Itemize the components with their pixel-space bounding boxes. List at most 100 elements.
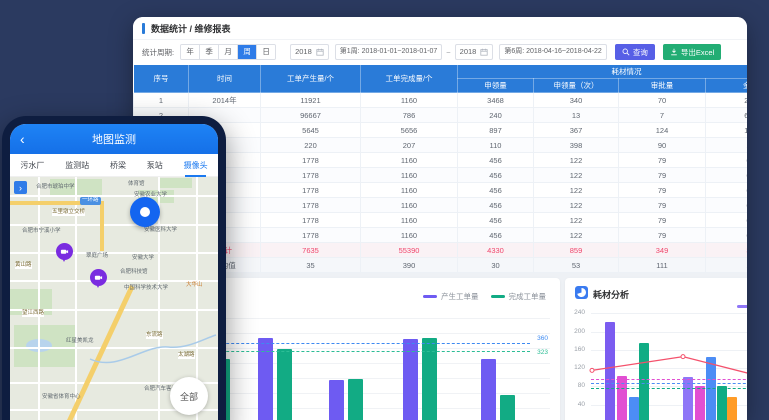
week-range-to-input[interactable]: 第6周: 2018-04-16~2018-04-22: [499, 44, 606, 60]
table-cell: 398: [534, 138, 619, 153]
reference-line: [591, 388, 747, 389]
y-axis-tick: 200: [567, 328, 585, 335]
camera-icon: [94, 273, 103, 282]
table-cell: 367: [534, 123, 619, 138]
map-label: 大华山: [186, 283, 203, 289]
table-cell: 110: [458, 138, 534, 153]
table-cell: 1160: [361, 93, 458, 108]
map-park: [160, 178, 192, 188]
map-label: 安徽省体育中心: [42, 395, 81, 401]
table-cell: 79: [619, 213, 706, 228]
pie-chart-icon: [577, 288, 586, 297]
legend-item: 产生工单量: [423, 291, 479, 302]
table-cell: 1160: [361, 183, 458, 198]
period-option-月[interactable]: 月: [219, 45, 238, 59]
search-icon: [622, 48, 630, 56]
table-cell: 1160: [361, 198, 458, 213]
legend-label: 产生工单量: [441, 291, 479, 302]
bar-产生工单量: [481, 359, 496, 420]
week-range-from-input[interactable]: 第1周: 2018-01-01~2018-01-07: [335, 44, 442, 60]
map-expand-toggle[interactable]: ›: [14, 181, 27, 194]
year-to-select[interactable]: 2018: [455, 44, 494, 60]
table-cell: 53: [534, 258, 619, 273]
table-cell: 456: [458, 168, 534, 183]
phone-title: 地图监测: [92, 131, 136, 147]
period-option-年[interactable]: 年: [181, 45, 200, 59]
table-cell: 67: [706, 168, 748, 183]
map-label: 望江西路: [22, 311, 44, 317]
bar: [695, 386, 705, 420]
map-highway: [100, 201, 104, 251]
table-cell: 1778: [261, 183, 361, 198]
phone-mockup: ‹ 地图监测 污水厂 监测站 桥梁 泵站 摄像头: [2, 116, 226, 420]
bar: [639, 343, 649, 420]
map-label: 翠庭广场: [86, 254, 108, 260]
chart-card-icon: [575, 286, 588, 299]
table-cell: 11921: [261, 93, 361, 108]
phone-tab-监测站[interactable]: 监测站: [65, 158, 89, 173]
map-label: 黄山路: [15, 263, 32, 269]
table-cell: 79: [619, 198, 706, 213]
phone-tab-桥梁[interactable]: 桥梁: [110, 158, 126, 173]
table-cell: 786: [361, 108, 458, 123]
y-axis-tick: 40: [567, 401, 585, 408]
table-cell: 390: [361, 258, 458, 273]
phone-tab-污水厂[interactable]: 污水厂: [20, 158, 44, 173]
table-cell: 456: [458, 183, 534, 198]
camera-icon: [60, 247, 69, 256]
table-cell: 79: [619, 228, 706, 243]
camera-marker-pin[interactable]: [56, 243, 73, 260]
reference-label: 360: [537, 335, 548, 342]
camera-marker-pin[interactable]: [90, 269, 107, 286]
query-button[interactable]: 查询: [615, 44, 655, 60]
table-cell: 1: [134, 93, 189, 108]
period-option-季[interactable]: 季: [200, 45, 219, 59]
table-cell: 240: [458, 108, 534, 123]
bar: [717, 386, 727, 420]
period-segmented-control: 年季月周日: [180, 44, 276, 60]
table-cell: 1160: [361, 213, 458, 228]
table-cell: 650: [706, 108, 748, 123]
map-label: 安徽大学: [132, 256, 154, 262]
legend-item: 完成工单量: [491, 291, 547, 302]
sub-column-header: 申领量: [458, 79, 534, 93]
breadcrumb: 数据统计 / 维修报表: [151, 22, 231, 35]
bar-完成工单量: [348, 379, 363, 420]
back-icon[interactable]: ‹: [20, 132, 25, 146]
table-cell: 1778: [261, 228, 361, 243]
table-cell: 456: [458, 198, 534, 213]
table-cell: 67: [706, 228, 748, 243]
selected-marker-pin[interactable]: [130, 197, 160, 227]
column-header: 时间: [189, 65, 261, 93]
map-view[interactable]: › 全部 合肥市琥珀中学体育馆安徽农业大学一环路五里墩立交桥合肥市宁溪小学安徽医…: [10, 177, 218, 420]
reference-label: 323: [537, 349, 548, 356]
table-row: 296667786240137650: [134, 108, 748, 123]
table-cell: 897: [458, 123, 534, 138]
show-all-button[interactable]: 全部: [170, 377, 208, 415]
legend-label: 完成工单量: [509, 291, 547, 302]
chart-legend: 产生工单量 完成工单量: [423, 291, 546, 302]
year-from-select[interactable]: 2018: [290, 44, 329, 60]
export-excel-button[interactable]: 导出Excel: [663, 44, 721, 60]
map-label: 合肥科技馆: [120, 270, 148, 276]
phone-tab-泵站[interactable]: 泵站: [147, 158, 163, 173]
map-road: [10, 195, 218, 197]
phone-header: ‹ 地图监测: [10, 124, 218, 154]
phone-tabs: 污水厂 监测站 桥梁 泵站 摄像头: [10, 154, 218, 177]
map-label: 东流路: [146, 333, 163, 339]
sub-column-header: 申领量（次）: [534, 79, 619, 93]
map-label: 体育馆: [128, 182, 145, 188]
table-row: 12014年119211160346834070250: [134, 93, 748, 108]
period-option-日[interactable]: 日: [257, 45, 275, 59]
map-road: [38, 177, 40, 420]
table-cell: 13: [534, 108, 619, 123]
phone-tab-摄像头[interactable]: 摄像头: [184, 158, 208, 173]
consumable-chart-card: 耗材分析 2402001601208040: [565, 278, 747, 420]
table-cell: 14: [706, 258, 748, 273]
table-cell: 111: [619, 258, 706, 273]
period-option-周[interactable]: 周: [238, 45, 257, 59]
bar-产生工单量: [329, 380, 344, 420]
table-cell: 35: [261, 258, 361, 273]
period-label: 统计周期:: [142, 47, 174, 58]
bar: [629, 397, 639, 420]
